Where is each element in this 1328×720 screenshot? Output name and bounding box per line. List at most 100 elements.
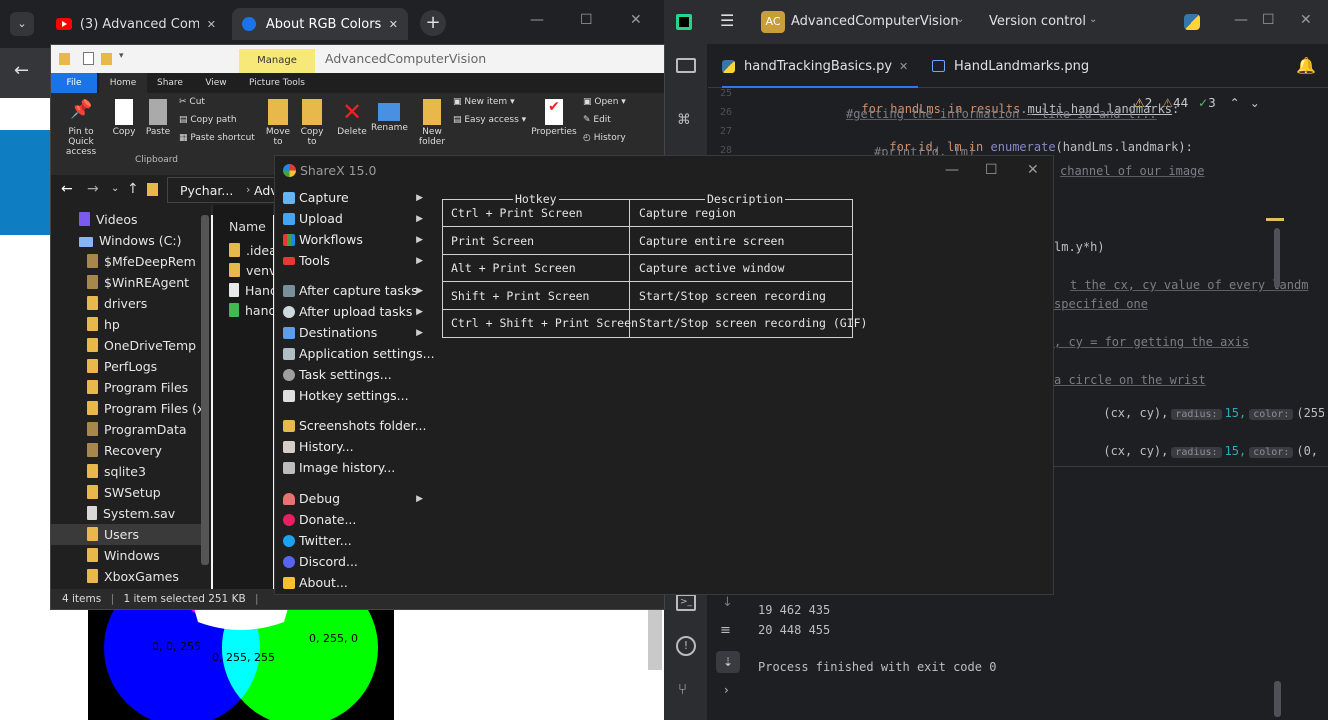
- menu-item-destinations[interactable]: Destinations ▶: [275, 323, 423, 343]
- nav-item-swsetup[interactable]: SWSetup: [51, 482, 201, 503]
- file-row[interactable]: Hand: [229, 283, 273, 303]
- browser-tab-rgb[interactable]: About RGB Colors ✕: [232, 8, 408, 40]
- nav-item-sqlite3[interactable]: sqlite3: [51, 461, 201, 482]
- minimize-icon[interactable]: —: [945, 162, 959, 178]
- quick-access-toolbar-icon[interactable]: [83, 52, 94, 65]
- menu-item-upload[interactable]: Upload ▶: [275, 209, 423, 229]
- structure-icon[interactable]: ⌘: [677, 112, 691, 128]
- menu-item-history[interactable]: History...: [275, 437, 423, 457]
- python-icon[interactable]: [1184, 14, 1200, 30]
- nav-item-winreagent[interactable]: $WinREAgent: [51, 272, 201, 293]
- nav-item-windows[interactable]: Windows: [51, 545, 201, 566]
- nav-scrollbar[interactable]: [201, 215, 209, 565]
- table-row[interactable]: Ctrl + Print Screen Capture region: [443, 200, 852, 227]
- copy-path-button[interactable]: ▤ Copy path: [179, 115, 237, 125]
- maximize-icon[interactable]: ☐: [1262, 12, 1275, 28]
- nav-item-perflogs[interactable]: PerfLogs: [51, 356, 201, 377]
- manage-context-tab[interactable]: Manage: [239, 49, 315, 73]
- browser-tab-youtube[interactable]: (3) Advanced Comp ✕: [46, 8, 226, 40]
- ribbon-tab-home[interactable]: Home: [99, 73, 147, 93]
- paste-button[interactable]: Paste: [143, 99, 173, 137]
- edit-button[interactable]: ✎ Edit: [583, 115, 611, 125]
- table-row[interactable]: Ctrl + Shift + Print Screen Start/Stop sc…: [443, 310, 867, 337]
- wrap-icon[interactable]: ≡: [720, 623, 731, 638]
- nav-item-xboxgames[interactable]: XboxGames: [51, 566, 201, 587]
- output-scrollbar[interactable]: [1274, 681, 1281, 717]
- menu-item-task-settings[interactable]: Task settings...: [275, 365, 423, 385]
- maximize-icon[interactable]: ☐: [985, 162, 998, 178]
- copy-button[interactable]: Copy: [109, 99, 139, 137]
- nav-item-windows-c[interactable]: Windows (C:): [51, 230, 201, 251]
- menu-item-tools[interactable]: Tools ▶: [275, 251, 423, 271]
- nav-item-onedrivetemp[interactable]: OneDriveTemp: [51, 335, 201, 356]
- paste-shortcut-button[interactable]: ▦ Paste shortcut: [179, 133, 255, 143]
- notifications-icon[interactable]: 🔔: [1296, 56, 1316, 75]
- back-arrow-icon[interactable]: ←: [14, 60, 29, 81]
- version-control-menu[interactable]: Version control: [989, 14, 1086, 29]
- forward-arrow-icon[interactable]: →: [87, 181, 99, 197]
- menu-item-about[interactable]: About...: [275, 573, 423, 593]
- properties-button[interactable]: ✔ Properties: [531, 99, 577, 137]
- pin-to-quick-access-button[interactable]: 📌 Pin to Quick access: [55, 99, 107, 157]
- menu-item-hotkey-settings[interactable]: Hotkey settings...: [275, 386, 423, 406]
- folder-icon[interactable]: [676, 58, 696, 73]
- move-to-button[interactable]: Move to: [263, 99, 293, 147]
- tab-handtrackingbasics[interactable]: handTrackingBasics.py ✕: [722, 44, 918, 88]
- open-button[interactable]: ▣ Open ▾: [583, 97, 626, 107]
- table-row[interactable]: Print Screen Capture entire screen: [443, 228, 852, 255]
- ribbon-tab-picture-tools[interactable]: Picture Tools: [239, 73, 315, 93]
- minimize-icon[interactable]: —: [1234, 12, 1248, 28]
- menu-item-application-settings[interactable]: Application settings...: [275, 344, 435, 364]
- new-tab-button[interactable]: +: [420, 10, 446, 36]
- table-row[interactable]: Alt + Print Screen Capture active window: [443, 255, 852, 282]
- recent-locations-icon[interactable]: ⌄: [111, 183, 119, 194]
- menu-item-debug[interactable]: Debug ▶: [275, 489, 423, 509]
- cut-button[interactable]: ✂ Cut: [179, 97, 205, 107]
- nav-item-programdata[interactable]: ProgramData: [51, 419, 201, 440]
- nav-item-users[interactable]: Users: [51, 524, 201, 545]
- terminal-icon[interactable]: >_: [676, 594, 696, 611]
- nav-item-program-files[interactable]: Program Files: [51, 377, 201, 398]
- up-arrow-icon[interactable]: ↑: [127, 181, 139, 197]
- back-arrow-icon[interactable]: ←: [61, 181, 73, 197]
- menu-item-twitter[interactable]: Twitter...: [275, 531, 423, 551]
- scroll-to-end-icon[interactable]: ⇣: [716, 651, 740, 673]
- expand-icon[interactable]: ›: [724, 683, 729, 697]
- close-icon[interactable]: ✕: [389, 18, 398, 31]
- minimize-icon[interactable]: —: [530, 12, 544, 28]
- problems-icon[interactable]: !: [676, 636, 696, 656]
- maximize-icon[interactable]: ☐: [580, 12, 593, 28]
- nav-item-hp[interactable]: hp: [51, 314, 201, 335]
- copy-to-button[interactable]: Copy to: [297, 99, 327, 147]
- close-window-icon[interactable]: ✕: [1027, 162, 1039, 178]
- nav-item-program-files-x86[interactable]: Program Files (x8: [51, 398, 201, 419]
- menu-item-after-upload-tasks[interactable]: After upload tasks ▶: [275, 302, 423, 322]
- customize-arrow-icon[interactable]: ▾: [119, 51, 124, 61]
- git-icon[interactable]: ⑂: [678, 680, 687, 698]
- column-header-name[interactable]: Name: [229, 219, 266, 234]
- rename-button[interactable]: Rename: [371, 99, 408, 133]
- table-row[interactable]: Shift + Print Screen Start/Stop screen re…: [443, 283, 852, 310]
- ribbon-tab-file[interactable]: File: [51, 73, 97, 93]
- close-icon[interactable]: ✕: [207, 18, 216, 31]
- menu-item-screenshots-folder[interactable]: Screenshots folder...: [275, 416, 427, 436]
- nav-item-recovery[interactable]: Recovery: [51, 440, 201, 461]
- ribbon-tab-share[interactable]: Share: [147, 73, 193, 93]
- nav-item-mfedeeprem[interactable]: $MfeDeepRem: [51, 251, 201, 272]
- close-window-icon[interactable]: ✕: [630, 12, 642, 28]
- ribbon-tab-view[interactable]: View: [193, 73, 239, 93]
- address-bar[interactable]: Pychar... › Adva: [167, 177, 285, 203]
- close-window-icon[interactable]: ✕: [1300, 12, 1312, 28]
- breadcrumb-segment[interactable]: Pychar...: [180, 183, 233, 198]
- hamburger-menu-icon[interactable]: ☰: [720, 11, 734, 30]
- close-icon[interactable]: ✕: [899, 60, 908, 73]
- menu-item-donate[interactable]: Donate...: [275, 510, 423, 530]
- menu-item-discord[interactable]: Discord...: [275, 552, 423, 572]
- down-arrow-icon[interactable]: ↓: [722, 595, 733, 610]
- tab-handlandmarks[interactable]: HandLandmarks.png: [932, 44, 1112, 88]
- new-item-button[interactable]: ▣ New item ▾: [453, 97, 515, 107]
- new-folder-button[interactable]: New folder: [417, 99, 447, 147]
- project-name[interactable]: AdvancedComputerVision: [791, 14, 959, 29]
- tab-search-button[interactable]: ⌄: [10, 12, 34, 36]
- nav-item-system-sav[interactable]: System.sav: [51, 503, 201, 524]
